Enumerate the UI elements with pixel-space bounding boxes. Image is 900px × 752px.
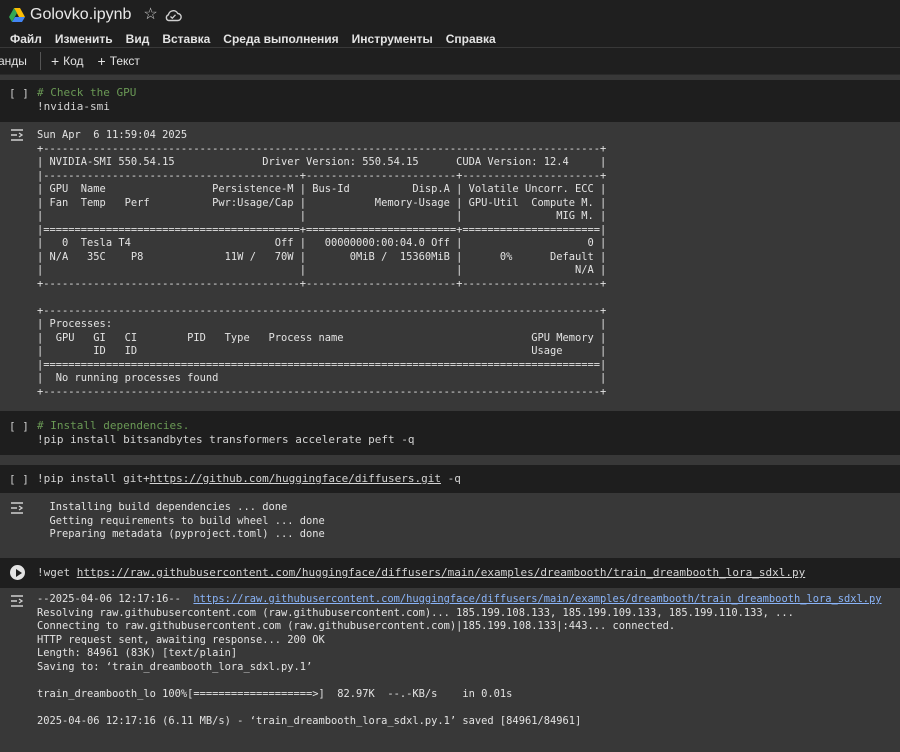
output-wget: --2025-04-06 12:17:16-- https://raw.gith… (0, 589, 900, 752)
code-cell-install[interactable]: [ ] # Install dependencies. !pip install… (0, 411, 900, 455)
code-cell-wget[interactable]: !wget https://raw.githubusercontent.com/… (0, 558, 900, 588)
menu-edit[interactable]: Изменить (55, 32, 113, 46)
output-text: Installing build dependencies ... done G… (49, 501, 325, 540)
output-actions-icon[interactable] (10, 595, 26, 607)
menu-insert[interactable]: Вставка (162, 32, 210, 46)
output-text: Resolving raw.githubusercontent.com (raw… (37, 606, 794, 727)
menu-runtime[interactable]: Среда выполнения (223, 32, 338, 46)
output-actions-icon[interactable] (10, 129, 26, 141)
run-cell-button[interactable]: [ ] (9, 473, 29, 486)
add-code-button[interactable]: + Код (51, 53, 84, 69)
output-link[interactable]: https://raw.githubusercontent.com/huggin… (193, 593, 881, 605)
output-prefix: --2025-04-06 12:17:16-- (37, 593, 194, 605)
code-prefix: !wget (37, 566, 77, 579)
cell-code[interactable]: # Check the GPU !nvidia-smi (37, 86, 136, 114)
toolbar: анды + Код + Текст (0, 48, 900, 75)
menu-bar: Файл Изменить Вид Вставка Среда выполнен… (0, 30, 900, 47)
add-code-label: Код (63, 54, 84, 68)
output-diffusers: Installing build dependencies ... done G… (0, 494, 900, 554)
output-gpu: Sun Apr 6 11:59:04 2025 +---------------… (0, 123, 900, 409)
notebook-title[interactable]: Golovko.ipynb (30, 6, 131, 24)
menu-file[interactable]: Файл (10, 32, 42, 46)
menu-tools[interactable]: Инструменты (352, 32, 433, 46)
menu-view[interactable]: Вид (126, 32, 150, 46)
drive-icon (9, 8, 25, 22)
run-cell-button[interactable]: [ ] (9, 420, 29, 433)
code-suffix: -q (441, 472, 461, 485)
output-text: Sun Apr 6 11:59:04 2025 +---------------… (37, 129, 607, 398)
code-cell-diffusers[interactable]: [ ] !pip install git+https://github.com/… (0, 465, 900, 493)
toolbar-divider (39, 52, 41, 70)
run-cell-button[interactable]: [ ] (9, 87, 29, 100)
code-cell-gpu[interactable]: [ ] # Check the GPU !nvidia-smi (0, 80, 900, 122)
code-line: !nvidia-smi (37, 100, 110, 113)
add-text-label: Текст (109, 54, 140, 68)
cloud-icon[interactable] (164, 8, 182, 22)
output-actions-icon[interactable] (10, 502, 26, 514)
plus-icon: + (50, 53, 60, 69)
cell-code[interactable]: !wget https://raw.githubusercontent.com/… (37, 566, 805, 580)
code-comment: # Install dependencies. (37, 419, 190, 432)
menu-help[interactable]: Справка (446, 32, 496, 46)
output-first-line: --2025-04-06 12:17:16-- https://raw.gith… (37, 593, 882, 607)
run-cell-button[interactable] (10, 565, 25, 580)
add-text-button[interactable]: + Текст (98, 53, 140, 69)
play-icon (15, 568, 22, 577)
code-link[interactable]: https://raw.githubusercontent.com/huggin… (77, 566, 805, 579)
cell-code[interactable]: !pip install git+https://github.com/hugg… (37, 472, 461, 486)
code-comment: # Check the GPU (37, 86, 137, 99)
plus-icon: + (97, 53, 106, 69)
cell-code[interactable]: # Install dependencies. !pip install bit… (37, 419, 415, 447)
code-link[interactable]: https://github.com/huggingface/diffusers… (150, 472, 441, 485)
title-bar: Golovko.ipynb ☆ (0, 0, 900, 30)
code-prefix: !pip install git+ (37, 472, 150, 485)
code-line: !pip install bitsandbytes transformers a… (37, 433, 415, 446)
star-icon[interactable]: ☆ (143, 7, 157, 23)
commands-button[interactable]: анды (0, 54, 27, 68)
